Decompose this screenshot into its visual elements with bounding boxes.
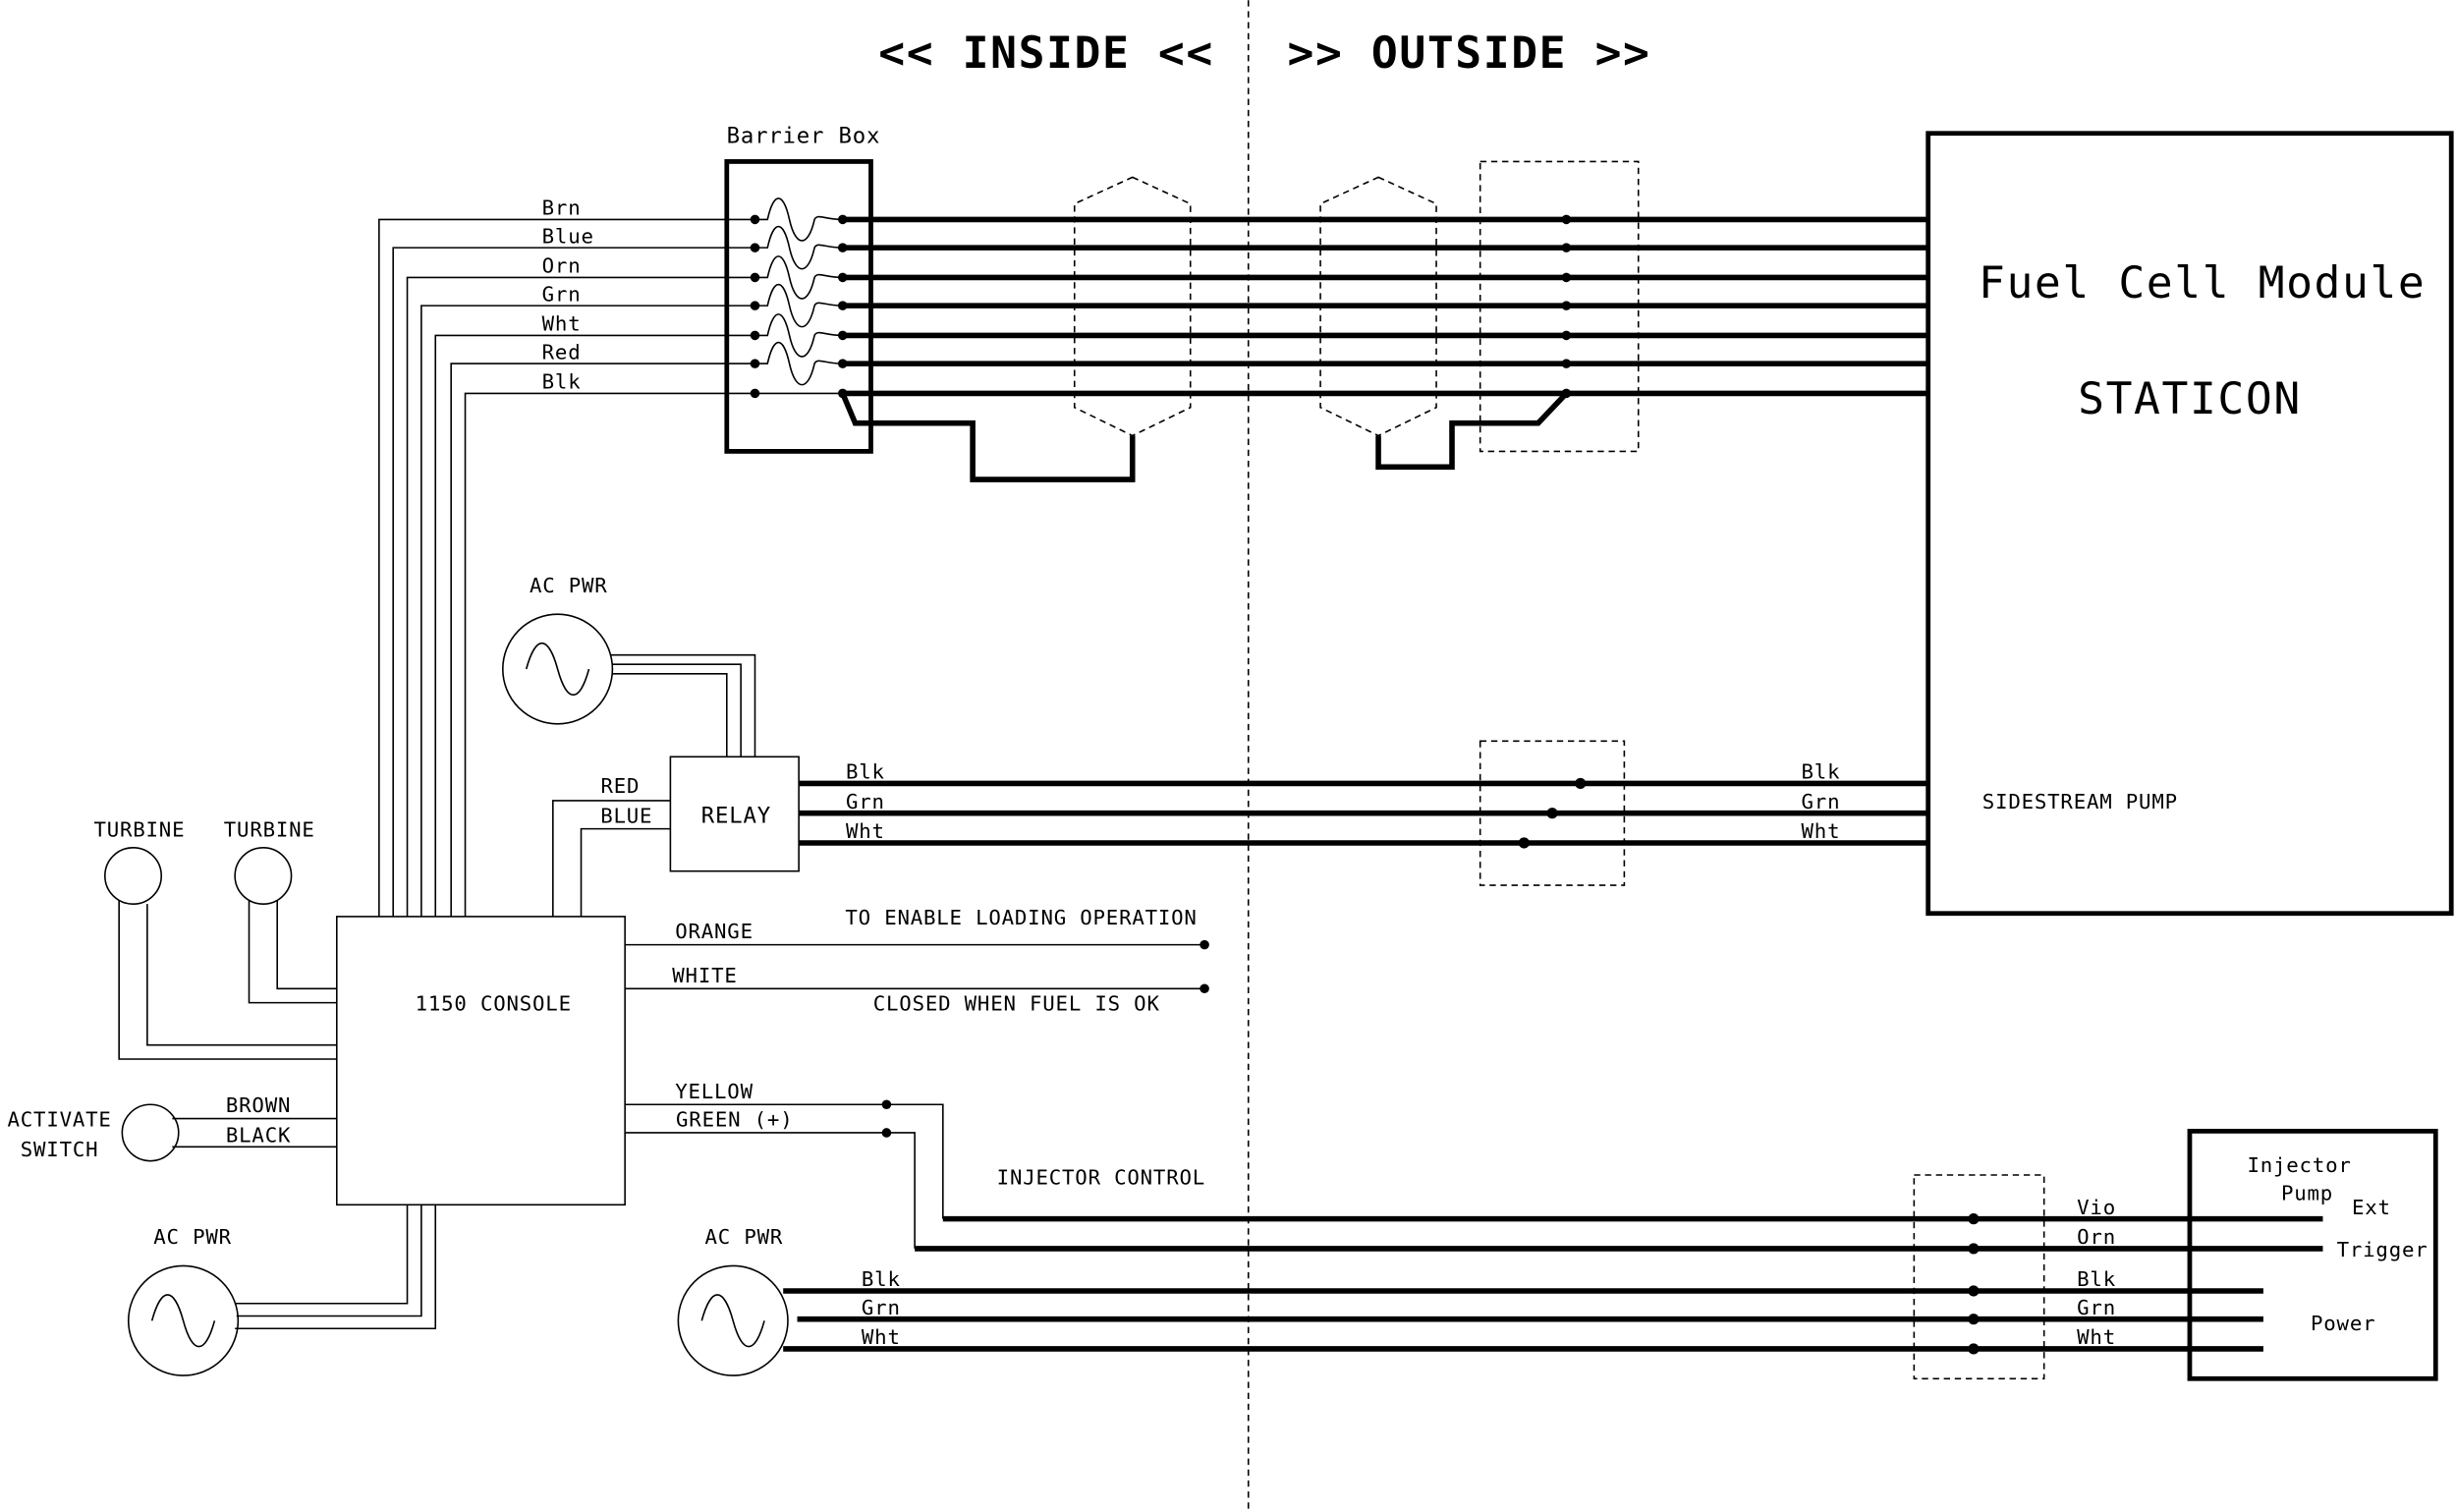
pump-wire-blk: Blk bbox=[846, 760, 885, 784]
barrier-box-label: Barrier Box bbox=[727, 123, 881, 148]
terminal bbox=[837, 214, 848, 225]
brown-label: BROWN bbox=[226, 1093, 291, 1117]
pump-wire-wht-inj: Wht bbox=[2077, 1325, 2116, 1349]
wire-label-wht: Wht bbox=[542, 312, 582, 336]
yellow-label: YELLOW bbox=[675, 1080, 754, 1103]
injector-control-label: INJECTOR CONTROL bbox=[997, 1166, 1205, 1190]
sidestream-pump-label: SIDESTREAM PUMP bbox=[1982, 790, 2178, 813]
terminal bbox=[1561, 214, 1572, 225]
terminal bbox=[1561, 301, 1572, 310]
turbine-1-label: TURBINE bbox=[93, 818, 185, 842]
terminal bbox=[750, 330, 760, 341]
pump-wire-vio: Vio bbox=[2077, 1196, 2116, 1219]
terminal bbox=[837, 330, 848, 341]
relay-blue-label: BLUE bbox=[600, 804, 652, 827]
green-label: GREEN (+) bbox=[676, 1108, 793, 1132]
wire-label-blue: Blue bbox=[542, 224, 594, 248]
injector-pump-line1: Injector bbox=[2247, 1153, 2351, 1177]
console-ac-pwr-label: AC PWR bbox=[153, 1225, 232, 1249]
fuel-cell-subtitle: STATICON bbox=[2078, 373, 2302, 424]
wire-label-blk: Blk bbox=[542, 370, 582, 394]
terminal bbox=[1561, 272, 1572, 283]
wire-label-orn: Orn bbox=[542, 254, 582, 278]
fuel-cell-title: Fuel Cell Module bbox=[1979, 257, 2426, 308]
pump-wire-blk-right: Blk bbox=[1802, 760, 1841, 784]
relay-label: RELAY bbox=[701, 803, 771, 828]
relay-red-label: RED bbox=[600, 774, 640, 798]
ac-power-source-console bbox=[127, 1264, 240, 1376]
terminal bbox=[1561, 330, 1572, 341]
injector-pump-line2: Pump bbox=[2281, 1182, 2333, 1205]
wire-label-red: Red bbox=[542, 340, 582, 364]
fuse bbox=[754, 342, 843, 386]
relay-ac-pwr-label: AC PWR bbox=[530, 574, 608, 597]
activate-label: ACTIVATE bbox=[8, 1108, 112, 1132]
pump-wire-grn: Grn bbox=[846, 790, 885, 813]
terminal bbox=[750, 301, 760, 310]
black-label: BLACK bbox=[226, 1124, 291, 1148]
terminal bbox=[750, 359, 760, 368]
activate-switch bbox=[121, 1103, 180, 1162]
terminal bbox=[750, 272, 760, 283]
injector-wires: Blk Grn Wht Vio Orn Blk Grn Wht bbox=[783, 1196, 2323, 1355]
wire-label-grn: Grn bbox=[542, 282, 582, 306]
terminal bbox=[750, 214, 760, 225]
pump-wire-wht-right: Wht bbox=[1802, 819, 1841, 843]
outside-label: >> OUTSIDE >> bbox=[1288, 28, 1651, 79]
pump-wires: Blk Grn Wht Blk Grn Wht bbox=[799, 760, 1927, 849]
pump-wire-wht: Wht bbox=[846, 819, 885, 843]
injector-ac-pwr-label: AC PWR bbox=[705, 1225, 784, 1249]
turbine-2 bbox=[234, 846, 293, 905]
console-label: 1150 CONSOLE bbox=[416, 992, 572, 1016]
fuse bbox=[754, 255, 843, 300]
pump-wire-blk-inj: Blk bbox=[2077, 1267, 2116, 1291]
pump-wire-grn-right: Grn bbox=[1802, 790, 1841, 813]
terminal bbox=[1561, 359, 1572, 368]
pump-wire-orn: Orn bbox=[2077, 1225, 2116, 1249]
inside-label: << INSIDE << bbox=[878, 28, 1214, 79]
console-1150 bbox=[335, 916, 626, 1206]
fuse bbox=[754, 284, 843, 328]
wire-label-brn: Brn bbox=[542, 196, 582, 220]
power-wire-blk: Blk bbox=[862, 1267, 901, 1291]
ac-power-source-relay bbox=[502, 613, 614, 725]
power-wire-wht: Wht bbox=[862, 1325, 901, 1349]
enable-loading-note: TO ENABLE LOADING OPERATION bbox=[845, 906, 1197, 929]
terminal bbox=[837, 359, 848, 368]
white-label: WHITE bbox=[672, 964, 737, 987]
switch-label: SWITCH bbox=[21, 1138, 99, 1161]
ac-power-source-injector bbox=[677, 1264, 789, 1376]
power-label: Power bbox=[2311, 1312, 2375, 1335]
terminal bbox=[750, 243, 760, 252]
terminal bbox=[837, 301, 848, 310]
pump-wire-grn-inj: Grn bbox=[2077, 1296, 2116, 1319]
turbine-1 bbox=[104, 846, 163, 905]
fuse bbox=[754, 226, 843, 270]
wiring-diagram: << INSIDE << >> OUTSIDE >> Barrier Box B… bbox=[8, 0, 2454, 1512]
terminal bbox=[837, 272, 848, 283]
fuse bbox=[754, 197, 843, 242]
orange-label: ORANGE bbox=[675, 920, 754, 943]
fuse bbox=[754, 313, 843, 358]
fuel-ok-note: CLOSED WHEN FUEL IS OK bbox=[873, 992, 1160, 1016]
turbine-2-label: TURBINE bbox=[224, 818, 315, 842]
terminal bbox=[750, 388, 760, 399]
trigger-label: Trigger bbox=[2337, 1238, 2428, 1261]
power-wire-grn: Grn bbox=[862, 1296, 901, 1319]
terminal bbox=[837, 243, 848, 252]
ext-label: Ext bbox=[2352, 1196, 2391, 1219]
terminal bbox=[1561, 243, 1572, 252]
